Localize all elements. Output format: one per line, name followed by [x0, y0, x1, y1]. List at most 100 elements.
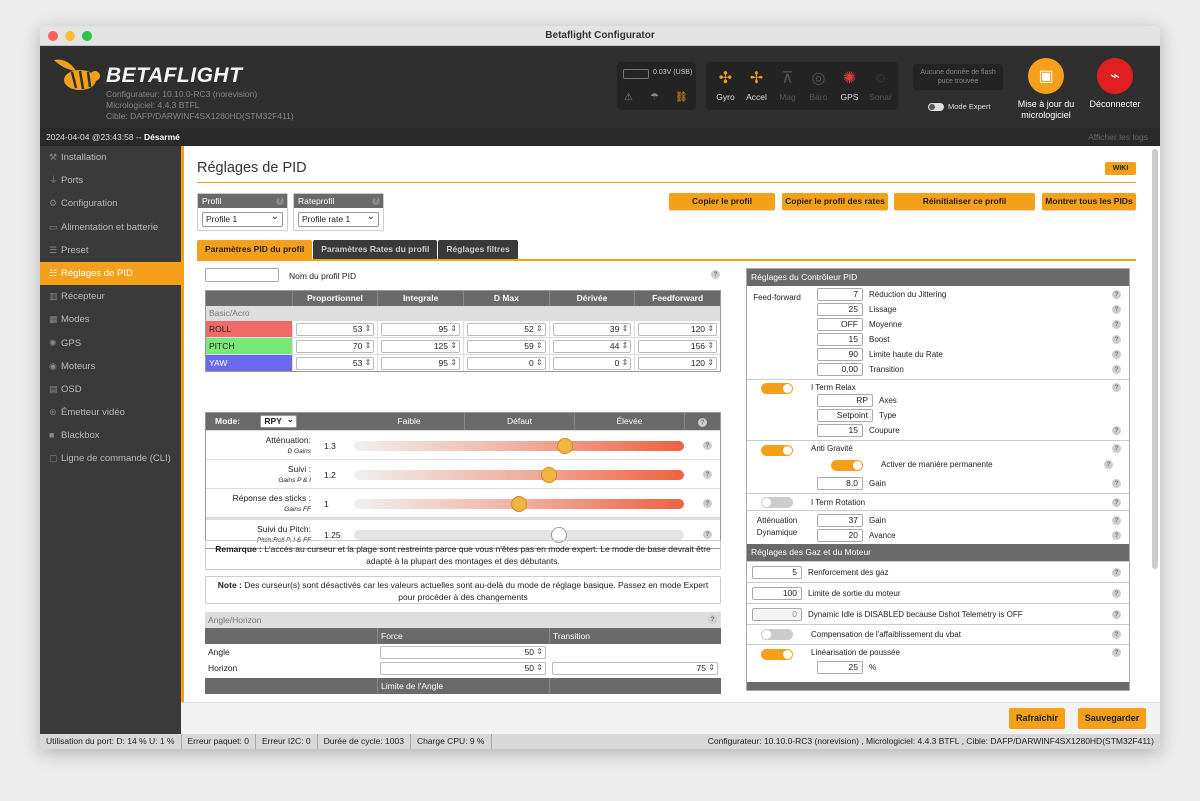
anti-gravity-toggle[interactable] [761, 445, 793, 456]
help-icon[interactable]: ? [1112, 648, 1121, 657]
ff-averaging-select[interactable]: OFF [817, 318, 863, 332]
throttle-boost-input[interactable]: 5 [752, 566, 802, 580]
iterm-type-select[interactable]: Setpoint [817, 409, 873, 423]
dyn-gain-input[interactable]: 37 [817, 514, 863, 528]
sidebar-item-cli[interactable]: ▢ Ligne de commande (CLI) [40, 447, 181, 470]
help-icon[interactable]: ? [703, 530, 712, 539]
close-window-button[interactable] [48, 31, 58, 41]
pitch-d-input[interactable]: 44 [552, 340, 632, 353]
yaw-d-input[interactable]: 0 [552, 357, 632, 370]
tab-filters[interactable]: Réglages filtres [438, 240, 518, 259]
help-icon[interactable]: ? [1112, 383, 1121, 392]
help-icon[interactable]: ? [1112, 531, 1121, 540]
help-icon[interactable]: ? [1112, 498, 1121, 507]
sidebar-item-pid-tuning[interactable]: ☷ Réglages de PID [40, 261, 181, 286]
iterm-rotation-toggle[interactable] [761, 497, 793, 508]
ff-transition-input[interactable]: 0,00 [817, 363, 863, 377]
help-icon[interactable]: ? [1112, 516, 1121, 525]
refresh-button[interactable]: Rafraîchir [1009, 708, 1065, 729]
roll-ff-input[interactable]: 120 [638, 323, 718, 336]
help-icon[interactable]: ? [1112, 290, 1121, 299]
update-firmware-button[interactable]: ▣ Mise à jour du micrologiciel [1012, 58, 1080, 121]
thrust-linear-toggle[interactable] [761, 649, 793, 660]
horizon-transition-input[interactable]: 75 [552, 662, 718, 675]
roll-d-input[interactable]: 39 [552, 323, 632, 336]
help-icon[interactable]: ? [1104, 460, 1113, 469]
help-icon[interactable]: ? [276, 197, 284, 205]
save-button[interactable]: Sauvegarder [1078, 708, 1146, 729]
ff-jitter-input[interactable]: 7 [817, 288, 863, 302]
help-icon[interactable]: ? [1112, 444, 1121, 453]
help-icon[interactable]: ? [1112, 479, 1121, 488]
help-icon[interactable]: ? [1112, 630, 1121, 639]
copy-rates-button[interactable]: Copier le profil des rates [782, 193, 888, 210]
help-icon[interactable]: ? [372, 197, 380, 205]
sidebar-item-video-tx[interactable]: ⊛ Émetteur vidéo [40, 401, 181, 424]
pitch-p-input[interactable]: 70 [295, 340, 375, 353]
toggle-switch[interactable] [928, 103, 944, 112]
yaw-i-input[interactable]: 95 [381, 357, 461, 370]
sidebar-item-receiver[interactable]: ▥ Récepteur [40, 285, 181, 308]
sidebar-item-configuration[interactable]: ⚙ Configuration [40, 192, 181, 215]
help-icon[interactable]: ? [703, 470, 712, 479]
iterm-relax-toggle[interactable] [761, 383, 793, 394]
sidebar-item-ports[interactable]: ⏚ Ports [40, 169, 181, 192]
ff-max-rate-input[interactable]: 90 [817, 348, 863, 362]
slider-knob[interactable] [540, 467, 557, 483]
yaw-ff-input[interactable]: 120 [638, 357, 718, 370]
ag-permanent-toggle[interactable] [831, 460, 863, 471]
damping-slider[interactable] [354, 438, 684, 454]
slider-knob[interactable] [511, 496, 527, 512]
sidebar-item-installation[interactable]: ⚒ Installation [40, 146, 181, 169]
sidebar-item-modes[interactable]: ▦ Modes [40, 308, 181, 331]
profile-select[interactable]: Profile 1 [202, 210, 283, 227]
horizon-force-input[interactable]: 50 [380, 662, 546, 675]
tracking-slider[interactable] [354, 467, 684, 483]
help-icon[interactable]: ? [703, 499, 712, 508]
help-icon[interactable]: ? [1112, 305, 1121, 314]
minimize-window-button[interactable] [65, 31, 75, 41]
sidebar-item-blackbox[interactable]: ■ Blackbox [40, 424, 181, 447]
ag-gain-input[interactable]: 8,0 [817, 477, 863, 491]
roll-p-input[interactable]: 53 [295, 323, 375, 336]
pitch-dmax-input[interactable]: 59 [467, 340, 546, 353]
help-icon[interactable]: ? [1112, 426, 1121, 435]
yaw-p-input[interactable]: 53 [295, 357, 375, 370]
sidebar-item-gps[interactable]: ✺ GPS [40, 332, 181, 355]
iterm-cutoff-input[interactable]: 15 [817, 424, 863, 438]
slider-knob[interactable] [557, 438, 574, 454]
show-logs-link[interactable]: Afficher les logs [1088, 128, 1148, 146]
sidebar-item-preset[interactable]: ☰ Preset [40, 239, 181, 262]
help-icon[interactable]: ? [1112, 365, 1121, 374]
scrollbar[interactable] [1152, 149, 1158, 569]
reset-profile-button[interactable]: Réinitialiser ce profil [894, 193, 1035, 210]
motor-limit-input[interactable]: 100 [752, 587, 802, 601]
help-icon[interactable]: ? [1112, 568, 1121, 577]
sidebar-item-motors[interactable]: ◉ Moteurs [40, 355, 181, 378]
copy-profile-button[interactable]: Copier le profil [669, 193, 775, 210]
stick-response-slider[interactable] [354, 496, 684, 512]
help-icon[interactable]: ? [703, 441, 712, 450]
thrust-linear-input[interactable]: 25 [817, 661, 863, 675]
help-icon[interactable]: ? [1112, 320, 1121, 329]
vbat-compensation-toggle[interactable] [761, 629, 793, 640]
tab-rates-profile[interactable]: Paramètres Rates du profil [313, 240, 438, 259]
profile-name-input[interactable] [205, 268, 279, 282]
tab-pid-profile[interactable]: Paramètres PID du profil [197, 240, 313, 259]
pitch-ff-input[interactable]: 156 [638, 340, 718, 353]
maximize-window-button[interactable] [82, 31, 92, 41]
show-all-pids-button[interactable]: Montrer tous les PIDs [1042, 193, 1136, 210]
sidebar-item-osd[interactable]: ▤ OSD [40, 378, 181, 401]
pitch-i-input[interactable]: 125 [381, 340, 461, 353]
help-icon[interactable]: ? [711, 270, 720, 279]
roll-dmax-input[interactable]: 52 [467, 323, 546, 336]
roll-i-input[interactable]: 95 [381, 323, 461, 336]
help-icon[interactable]: ? [708, 615, 717, 624]
help-icon[interactable]: ? [698, 418, 707, 427]
disconnect-button[interactable]: ⌁ Déconnecter [1086, 58, 1144, 110]
help-icon[interactable]: ? [1112, 610, 1121, 619]
mode-select[interactable]: RPY ⌄ [260, 414, 297, 428]
help-icon[interactable]: ? [1112, 350, 1121, 359]
ff-smoothing-input[interactable]: 25 [817, 303, 863, 317]
angle-force-input[interactable]: 50 [380, 646, 546, 659]
